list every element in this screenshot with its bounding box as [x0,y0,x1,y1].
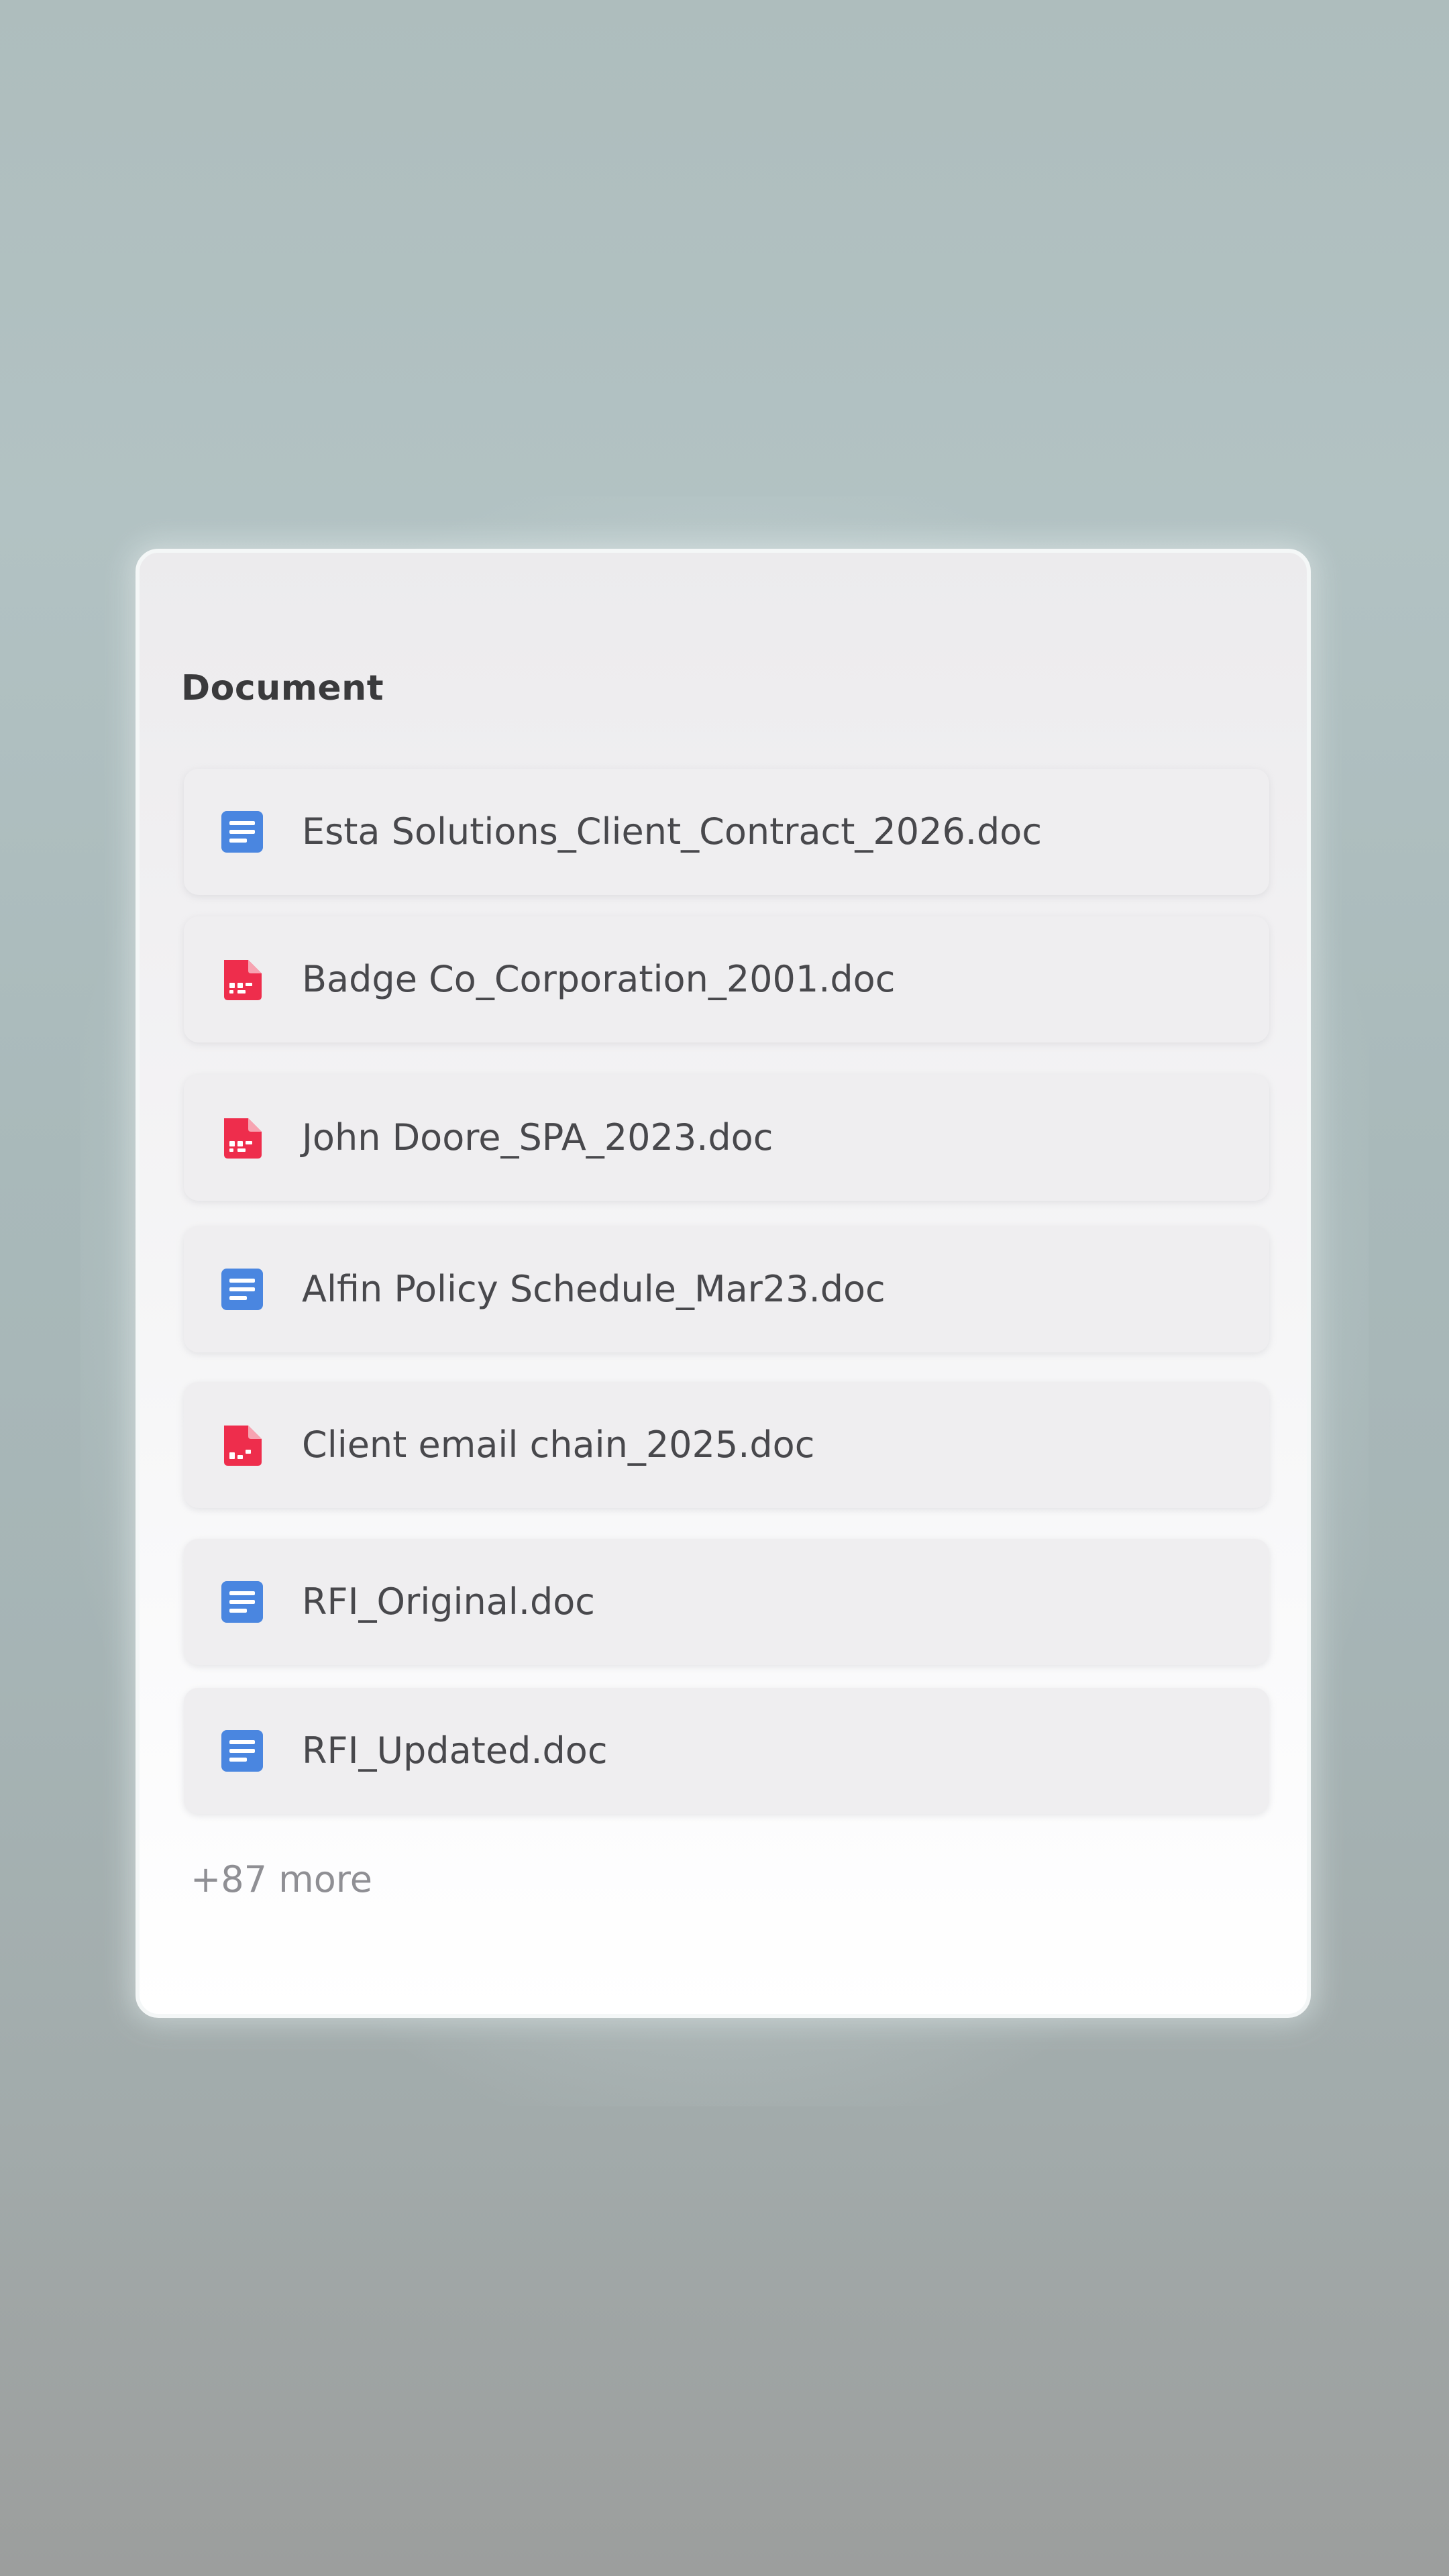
doc-icon [220,1729,264,1773]
file-row-5[interactable]: Client email chain_2025.doc [184,1382,1269,1508]
file-name: Alfin Policy Schedule_Mar23.doc [302,1268,885,1310]
doc-icon [220,1267,264,1311]
file-row-1[interactable]: Esta Solutions_Client_Contract_2026.doc [184,769,1269,895]
document-panel: Document Esta Solutions_Client_Contract_… [136,549,1311,2018]
more-files-link[interactable]: +87 more [191,1858,372,1900]
doc-icon [220,810,264,854]
doc-icon [220,1580,264,1624]
file-row-7[interactable]: RFI_Updated.doc [184,1688,1269,1814]
file-name: Esta Solutions_Client_Contract_2026.doc [302,810,1042,853]
file-row-2[interactable]: Badge Co_Corporation_2001.doc [184,916,1269,1042]
pdf-icon [220,957,264,1002]
file-row-3[interactable]: John Doore_SPA_2023.doc [184,1075,1269,1201]
file-name: Badge Co_Corporation_2001.doc [302,958,896,1000]
file-name: John Doore_SPA_2023.doc [302,1116,773,1159]
file-name: RFI_Original.doc [302,1580,595,1623]
file-row-4[interactable]: Alfin Policy Schedule_Mar23.doc [184,1226,1269,1352]
panel-title: Document [181,668,384,708]
file-name: RFI_Updated.doc [302,1729,608,1772]
pdf-icon [220,1116,264,1160]
file-name: Client email chain_2025.doc [302,1424,815,1466]
pdf-icon [220,1423,264,1467]
file-row-6[interactable]: RFI_Original.doc [184,1539,1269,1665]
